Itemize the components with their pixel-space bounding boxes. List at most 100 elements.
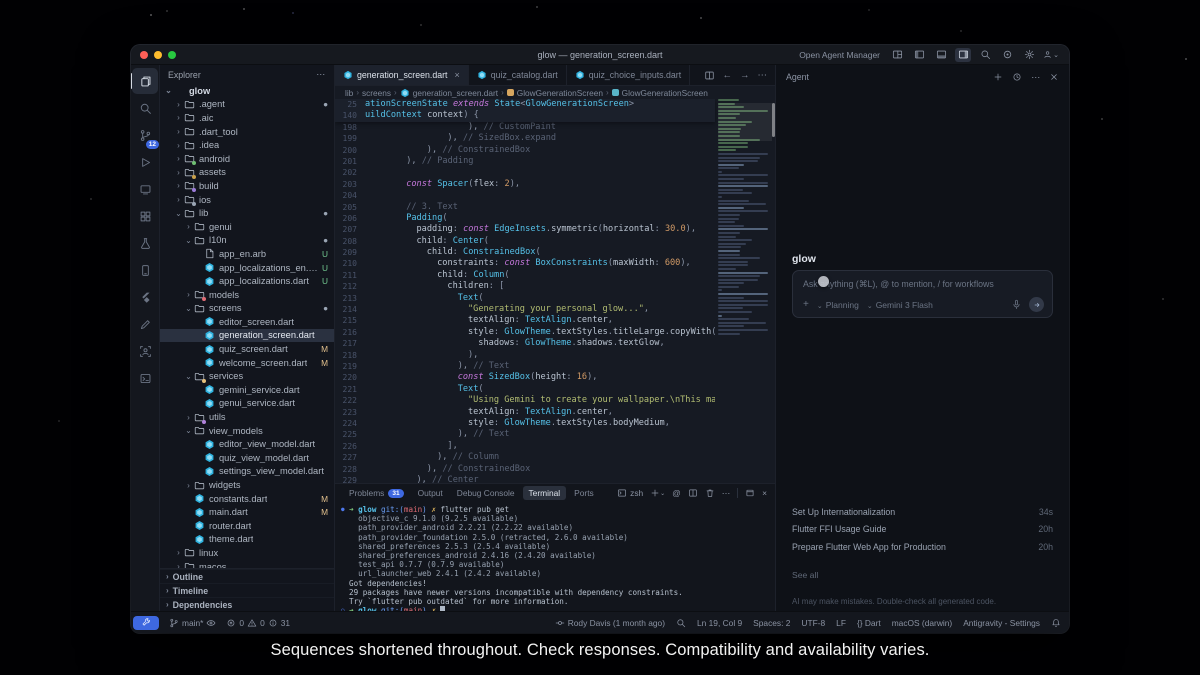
activity-flutter-icon[interactable] (132, 284, 158, 310)
agent-model-dropdown[interactable]: ⌄ Gemini 3 Flash (867, 300, 933, 310)
status-git-blame[interactable]: Rody Davis (1 month ago) (555, 618, 665, 628)
status-zoom-indicator[interactable] (676, 618, 686, 628)
editor-tab-generation_screen-dart[interactable]: generation_screen.dart × (335, 65, 469, 85)
panel-tab-ports[interactable]: Ports (568, 486, 600, 500)
tree-item-theme-dart[interactable]: theme.dart (160, 533, 334, 547)
minimap[interactable] (718, 99, 772, 483)
toggle-primary-sidebar-icon[interactable] (911, 48, 927, 62)
tree-item-ios[interactable]: › ios (160, 193, 334, 207)
tree-item-editor-view-model-dart[interactable]: editor_view_model.dart (160, 437, 334, 451)
sidebar-section-timeline[interactable]: › Timeline (160, 583, 334, 597)
explorer-more-actions-button[interactable]: ⋯ (316, 69, 326, 80)
activity-remote-explorer-icon[interactable] (132, 176, 158, 202)
minimize-window-button[interactable] (154, 50, 162, 59)
agent-mode-dropdown[interactable]: ⌄ Planning (817, 300, 859, 310)
tree-item-main-dart[interactable]: main.dart M (160, 505, 334, 519)
close-panel-icon[interactable]: × (762, 488, 767, 498)
activity-run-debug-icon[interactable] (132, 149, 158, 175)
tree-item-generation-screen-dart[interactable]: generation_screen.dart (160, 328, 334, 343)
toggle-panel-icon[interactable] (933, 48, 949, 62)
git-branch-indicator[interactable]: main* (169, 618, 216, 628)
activity-extensions-icon[interactable] (132, 203, 158, 229)
sidebar-section-outline[interactable]: › Outline (160, 569, 334, 583)
activity-agent-review-icon[interactable] (132, 338, 158, 364)
sidebar-section-dependencies[interactable]: › Dependencies (160, 597, 334, 611)
agent-task-item[interactable]: Set Up Internationalization 34s (792, 503, 1053, 521)
tree-item-app-en-arb[interactable]: app_en.arb U (160, 247, 334, 261)
editor-more-actions-icon[interactable]: ⋯ (758, 70, 768, 81)
breadcrumb-item[interactable]: generation_screen.dart (400, 88, 498, 98)
customize-layout-icon[interactable] (889, 48, 905, 62)
tree-item-constants-dart[interactable]: constants.dart M (160, 492, 334, 506)
breadcrumb-item[interactable]: screens (362, 88, 391, 98)
see-all-link[interactable]: See all (792, 570, 818, 580)
tree-item-view-models[interactable]: ⌄ view_models (160, 424, 334, 438)
tree-item-macos[interactable]: › macos (160, 560, 334, 568)
terminal-more-icon[interactable]: ⋯ (722, 488, 730, 498)
activity-testing-icon[interactable] (132, 230, 158, 256)
kill-terminal-icon[interactable] (705, 488, 715, 498)
terminal[interactable]: ● ➜ glow git:(main) ✗ flutter pub get obj… (335, 502, 775, 611)
close-agent-panel-icon[interactable] (1049, 72, 1059, 82)
zoom-window-button[interactable] (168, 50, 176, 59)
target-icon[interactable] (999, 48, 1015, 62)
tree-item-quiz-view-model-dart[interactable]: quiz_view_model.dart (160, 451, 334, 465)
activity-search-icon[interactable] (132, 95, 158, 121)
remote-indicator[interactable] (133, 615, 159, 630)
editor-tab-quiz_choice_inputs-dart[interactable]: quiz_choice_inputs.dart (567, 65, 691, 85)
status-cursor-position[interactable]: Ln 19, Col 9 (697, 618, 742, 628)
account-icon[interactable]: ⌄ (1043, 48, 1059, 62)
tree-item-models[interactable]: › models (160, 288, 334, 302)
tree-item-build[interactable]: › build (160, 179, 334, 193)
tree-item--idea[interactable]: › .idea (160, 138, 334, 152)
new-conversation-icon[interactable] (993, 72, 1003, 82)
agent-attach-button[interactable]: + (803, 299, 809, 310)
tree-item--aic[interactable]: › .aic (160, 111, 334, 125)
agent-task-item[interactable]: Prepare Flutter Web App for Production 20… (792, 538, 1053, 556)
tree-item-app-localizations-dart[interactable]: app_localizations.dart U (160, 274, 334, 288)
navigate-back-icon[interactable]: ← (723, 70, 733, 81)
tree-item--dart-tool[interactable]: › .dart_tool (160, 125, 334, 139)
breadcrumb-item[interactable]: lib (345, 88, 353, 98)
split-terminal-icon[interactable] (688, 488, 698, 498)
activity-source-control-icon[interactable]: 12 (132, 122, 159, 149)
shell-indicator[interactable]: zsh (617, 488, 643, 498)
tree-item-linux[interactable]: › linux (160, 546, 334, 560)
tree-item-router-dart[interactable]: router.dart (160, 519, 334, 533)
tree-item-services[interactable]: ⌄ services (160, 369, 334, 383)
agent-input[interactable]: Ask anything (⌘L), @ to mention, / for w… (792, 270, 1053, 318)
panel-tab-terminal[interactable]: Terminal (522, 486, 567, 500)
status-encoding[interactable]: UTF-8 (801, 618, 825, 628)
status-antigravity-settings[interactable]: Antigravity - Settings (963, 618, 1040, 628)
breadcrumb-item[interactable]: GlowGenerationScreen (506, 88, 603, 98)
close-tab-icon[interactable]: × (454, 70, 459, 80)
tree-item-assets[interactable]: › assets (160, 166, 334, 180)
history-icon[interactable] (1012, 72, 1022, 82)
agent-more-icon[interactable]: ⋯ (1031, 72, 1040, 83)
tree-item-genui[interactable]: › genui (160, 220, 334, 234)
new-terminal-icon[interactable]: ⌄ (650, 488, 665, 498)
navigate-forward-icon[interactable]: → (740, 70, 750, 81)
send-button[interactable] (1029, 297, 1044, 312)
tree-item-android[interactable]: › android (160, 152, 334, 166)
maximize-panel-icon[interactable] (745, 488, 755, 498)
panel-tab-problems[interactable]: Problems 31 (343, 486, 410, 500)
status-eol[interactable]: LF (836, 618, 846, 628)
split-editor-icon[interactable] (704, 70, 715, 81)
tree-item-glow[interactable]: ⌄ glow (160, 84, 334, 98)
tree-item-editor-screen-dart[interactable]: editor_screen.dart (160, 315, 334, 329)
status-notifications[interactable] (1051, 618, 1061, 628)
activity-edit-tools-icon[interactable] (132, 311, 158, 337)
activity-explorer-icon[interactable] (131, 68, 158, 94)
close-window-button[interactable] (140, 50, 148, 59)
status-language-mode[interactable]: {} Dart (857, 618, 881, 628)
activity-device-preview-icon[interactable] (132, 257, 158, 283)
tree-item-settings-view-model-dart[interactable]: settings_view_model.dart (160, 465, 334, 479)
tree-item--agent[interactable]: › .agent ● (160, 98, 334, 112)
panel-tab-debug-console[interactable]: Debug Console (451, 486, 521, 500)
tree-item-genui-service-dart[interactable]: genui_service.dart (160, 397, 334, 411)
code-editor[interactable]: 25 ationScreenState extends State<GlowGen… (335, 99, 775, 483)
mic-icon[interactable] (1011, 299, 1022, 310)
tree-item-quiz-screen-dart[interactable]: quiz_screen.dart M (160, 342, 334, 356)
breadcrumb-item[interactable]: GlowGenerationScreen (611, 88, 708, 98)
